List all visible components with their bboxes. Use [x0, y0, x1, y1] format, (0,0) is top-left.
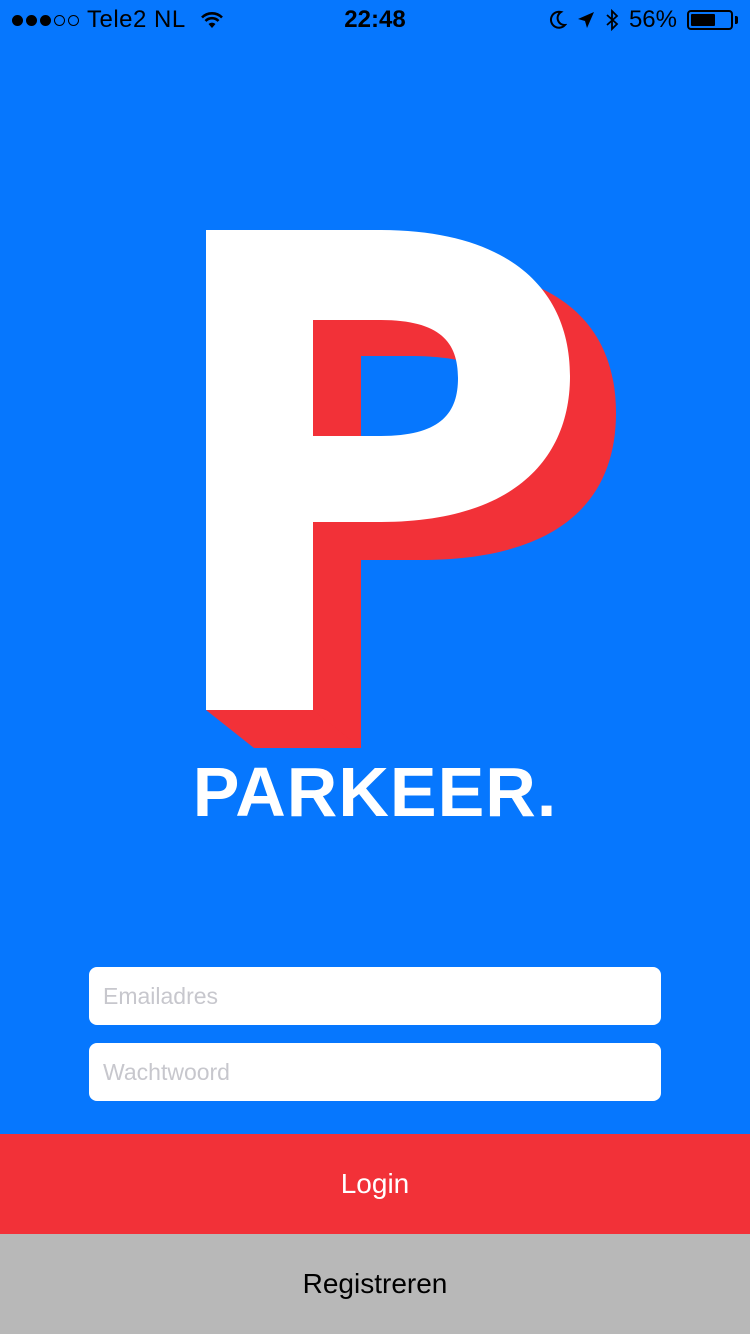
- password-field[interactable]: [89, 1043, 661, 1101]
- login-button[interactable]: Login: [0, 1134, 750, 1234]
- parkeer-logo-icon: [206, 230, 616, 748]
- email-field[interactable]: [89, 967, 661, 1025]
- logo-letter: [206, 230, 570, 710]
- brand-name: PARKEER.: [192, 753, 558, 831]
- register-button[interactable]: Registreren: [0, 1234, 750, 1334]
